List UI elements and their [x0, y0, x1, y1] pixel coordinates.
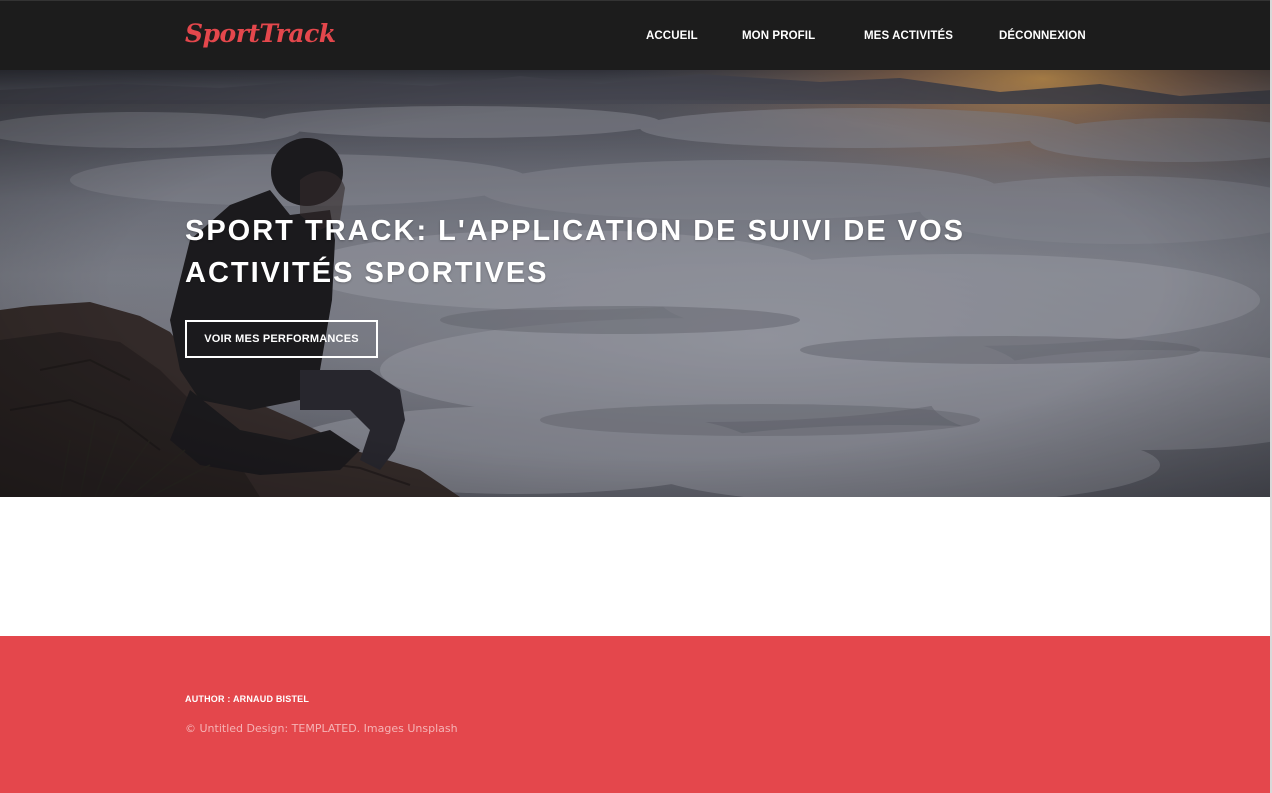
site-footer: AUTHOR : ARNAUD BISTEL © Untitled Design…	[0, 636, 1272, 793]
hero-title: SPORT TRACK: L'APPLICATION DE SUIVI DE V…	[185, 210, 1105, 294]
hero-title-strong: SPORT TRACK:	[185, 215, 429, 247]
footer-author: AUTHOR : ARNAUD BISTEL	[185, 694, 310, 704]
page: SportTrack ACCUEIL MON PROFIL MES ACTIVI…	[0, 0, 1272, 793]
site-header: SportTrack ACCUEIL MON PROFIL MES ACTIVI…	[0, 0, 1272, 70]
main-nav: ACCUEIL MON PROFIL MES ACTIVITÉS DÉCONNE…	[0, 1, 1272, 71]
nav-mon-profil[interactable]: MON PROFIL	[742, 30, 815, 42]
voir-performances-button[interactable]: VOIR MES PERFORMANCES	[185, 320, 378, 358]
hero-banner: SPORT TRACK: L'APPLICATION DE SUIVI DE V…	[0, 70, 1272, 497]
nav-mes-activites[interactable]: MES ACTIVITÉS	[864, 30, 953, 42]
nav-accueil[interactable]: ACCUEIL	[646, 30, 698, 42]
footer-copyright: © Untitled Design: TEMPLATED. Images Uns…	[185, 722, 458, 735]
nav-deconnexion[interactable]: DÉCONNEXION	[999, 30, 1086, 42]
content-area	[0, 497, 1272, 636]
